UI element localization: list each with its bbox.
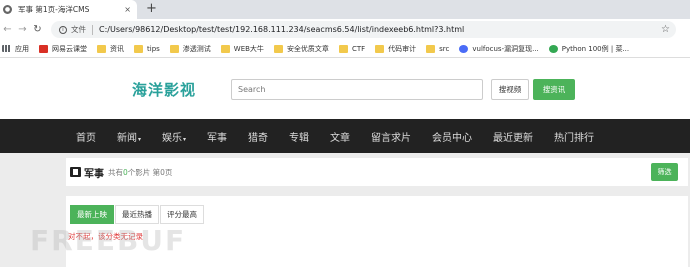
bookmark-label: CTF: [351, 44, 366, 53]
search-news-button[interactable]: 搜资讯: [533, 79, 575, 100]
nav-item[interactable]: 热门排行: [554, 129, 594, 144]
red-icon: [39, 44, 48, 53]
forward-arrow-icon[interactable]: →: [15, 24, 30, 35]
nav-item[interactable]: 会员中心: [432, 129, 472, 144]
sort-tab[interactable]: 最新上映: [70, 205, 114, 224]
nav-item[interactable]: 留言求片: [371, 129, 411, 144]
nav-item-label: 首页: [76, 132, 96, 144]
address-bar[interactable]: i 文件 C:/Users/98612/Desktop/test/test/19…: [51, 21, 676, 38]
category-header: 军事 共有0个影片 第0页 筛选: [66, 158, 688, 186]
nav-item-label: 热门排行: [554, 132, 595, 144]
nav-item[interactable]: 军事: [207, 129, 227, 144]
url-divider: [92, 24, 93, 35]
search-video-button[interactable]: 搜视频: [491, 79, 529, 100]
bookmark-label: 应用: [15, 44, 29, 53]
url-scheme-label: 文件: [71, 25, 86, 34]
bookmarks-bar: 应用 网易云课堂 资讯 tips 渗透测试 WEB大牛 安全优质文章 CTF 代码审计 src vu…: [0, 40, 690, 58]
nav-item-label: 娱乐: [162, 132, 183, 144]
nav-item[interactable]: 娱乐▾: [162, 129, 186, 144]
nav-item-label: 专辑: [289, 132, 310, 144]
nav-item[interactable]: 首页: [76, 129, 96, 144]
bookmark-item[interactable]: Python 100例 | 菜...: [548, 44, 630, 54]
category-title: 军事: [84, 168, 104, 180]
blue-icon: [459, 44, 469, 53]
green-icon: [548, 44, 558, 53]
sort-tab[interactable]: 最近热播: [115, 205, 159, 224]
bookmark-item[interactable]: WEB大牛: [220, 44, 264, 54]
search-input[interactable]: [231, 79, 483, 100]
bookmark-item[interactable]: 安全优质文章: [273, 44, 329, 54]
bookmark-label: 渗透测试: [182, 44, 211, 53]
folder-icon: [375, 44, 385, 53]
bookmark-item[interactable]: src: [426, 44, 450, 53]
bookmark-label: 资讯: [110, 44, 124, 53]
nav-item[interactable]: 最近更新: [493, 129, 533, 144]
tab-title: 军事 第1页-海洋CMS: [18, 5, 90, 14]
nav-item-label: 新闻: [117, 132, 137, 144]
back-arrow-icon[interactable]: ←: [0, 24, 15, 35]
tab-favicon-icon: ●: [3, 5, 12, 14]
nav-item-label: 留言求片: [371, 132, 412, 144]
reload-icon[interactable]: ↻: [30, 24, 45, 35]
nav-item-label: 军事: [207, 132, 228, 144]
main-nav: 首页 新闻▾ 娱乐▾ 军事 猎奇 专辑 文章 留言求片 会员中心 最近更新 热门排行: [0, 119, 690, 153]
bookmark-item[interactable]: CTF: [338, 44, 366, 53]
site-logo[interactable]: 海洋影视: [132, 79, 196, 100]
nav-item[interactable]: 专辑: [289, 129, 309, 144]
category-summary: 共有0个影片 第0页: [108, 167, 172, 178]
caret-down-icon: ▾: [138, 135, 142, 143]
folder-icon: [338, 44, 348, 53]
bookmark-label: tips: [147, 44, 160, 53]
folder-icon: [169, 44, 179, 53]
url-text[interactable]: C:/Users/98612/Desktop/test/test/192.168…: [99, 25, 464, 34]
folder-icon: [273, 44, 283, 53]
bookmark-item[interactable]: vulfocus-漏洞复现...: [459, 44, 539, 54]
bookmark-item[interactable]: tips: [134, 44, 160, 53]
folder-icon: [97, 44, 106, 53]
nav-item[interactable]: 文章: [330, 129, 350, 144]
site-header: 海洋影视 搜视频 搜资讯: [0, 58, 690, 119]
bookmark-label: Python 100例 | 菜...: [561, 44, 630, 53]
summary-prefix: 共有: [108, 167, 123, 177]
bookmark-item[interactable]: 网易云课堂: [39, 44, 87, 54]
browser-tab[interactable]: ● 军事 第1页-海洋CMS ×: [0, 0, 137, 19]
apps-icon: [2, 45, 11, 52]
browser-toolbar: ← → ↻ i 文件 C:/Users/98612/Desktop/test/t…: [0, 19, 690, 40]
bookmark-item[interactable]: 渗透测试: [169, 44, 211, 54]
sort-tabs: 最新上映 最近热播 评分最高: [70, 205, 205, 224]
bookmark-label: WEB大牛: [233, 44, 264, 53]
bookmark-label: vulfocus-漏洞复现...: [472, 44, 539, 53]
new-tab-button[interactable]: +: [146, 2, 157, 16]
bookmark-item[interactable]: 资讯: [97, 44, 124, 54]
bookmark-item[interactable]: 代码审计: [375, 44, 416, 54]
bookmark-label: 安全优质文章: [286, 44, 329, 53]
nav-item[interactable]: 猎奇: [248, 129, 268, 144]
nav-item[interactable]: 新闻▾: [117, 129, 141, 144]
bookmark-label: 网易云课堂: [52, 44, 87, 53]
caret-down-icon: ▾: [183, 135, 187, 143]
tab-close-icon[interactable]: ×: [124, 5, 131, 14]
nav-item-label: 最近更新: [493, 132, 534, 144]
bookmark-item[interactable]: 应用: [2, 44, 29, 54]
folder-icon: [220, 44, 230, 53]
bookmark-star-icon[interactable]: ☆: [661, 24, 670, 35]
browser-tab-strip: ● 军事 第1页-海洋CMS × +: [0, 0, 690, 19]
bookmark-label: src: [439, 44, 450, 53]
nav-item-label: 文章: [330, 132, 351, 144]
folder-icon: [426, 44, 436, 53]
info-icon[interactable]: i: [59, 25, 67, 34]
summary-suffix: 个影片 第0页: [127, 167, 173, 177]
nav-item-label: 会员中心: [432, 132, 473, 144]
folder-icon: [134, 44, 143, 53]
film-icon: [70, 167, 81, 177]
freebuf-watermark: FREEBUF: [30, 224, 187, 257]
bookmark-label: 代码审计: [388, 44, 417, 53]
filter-button[interactable]: 筛选: [651, 163, 678, 181]
nav-item-label: 猎奇: [248, 132, 269, 144]
sort-tab[interactable]: 评分最高: [160, 205, 204, 224]
